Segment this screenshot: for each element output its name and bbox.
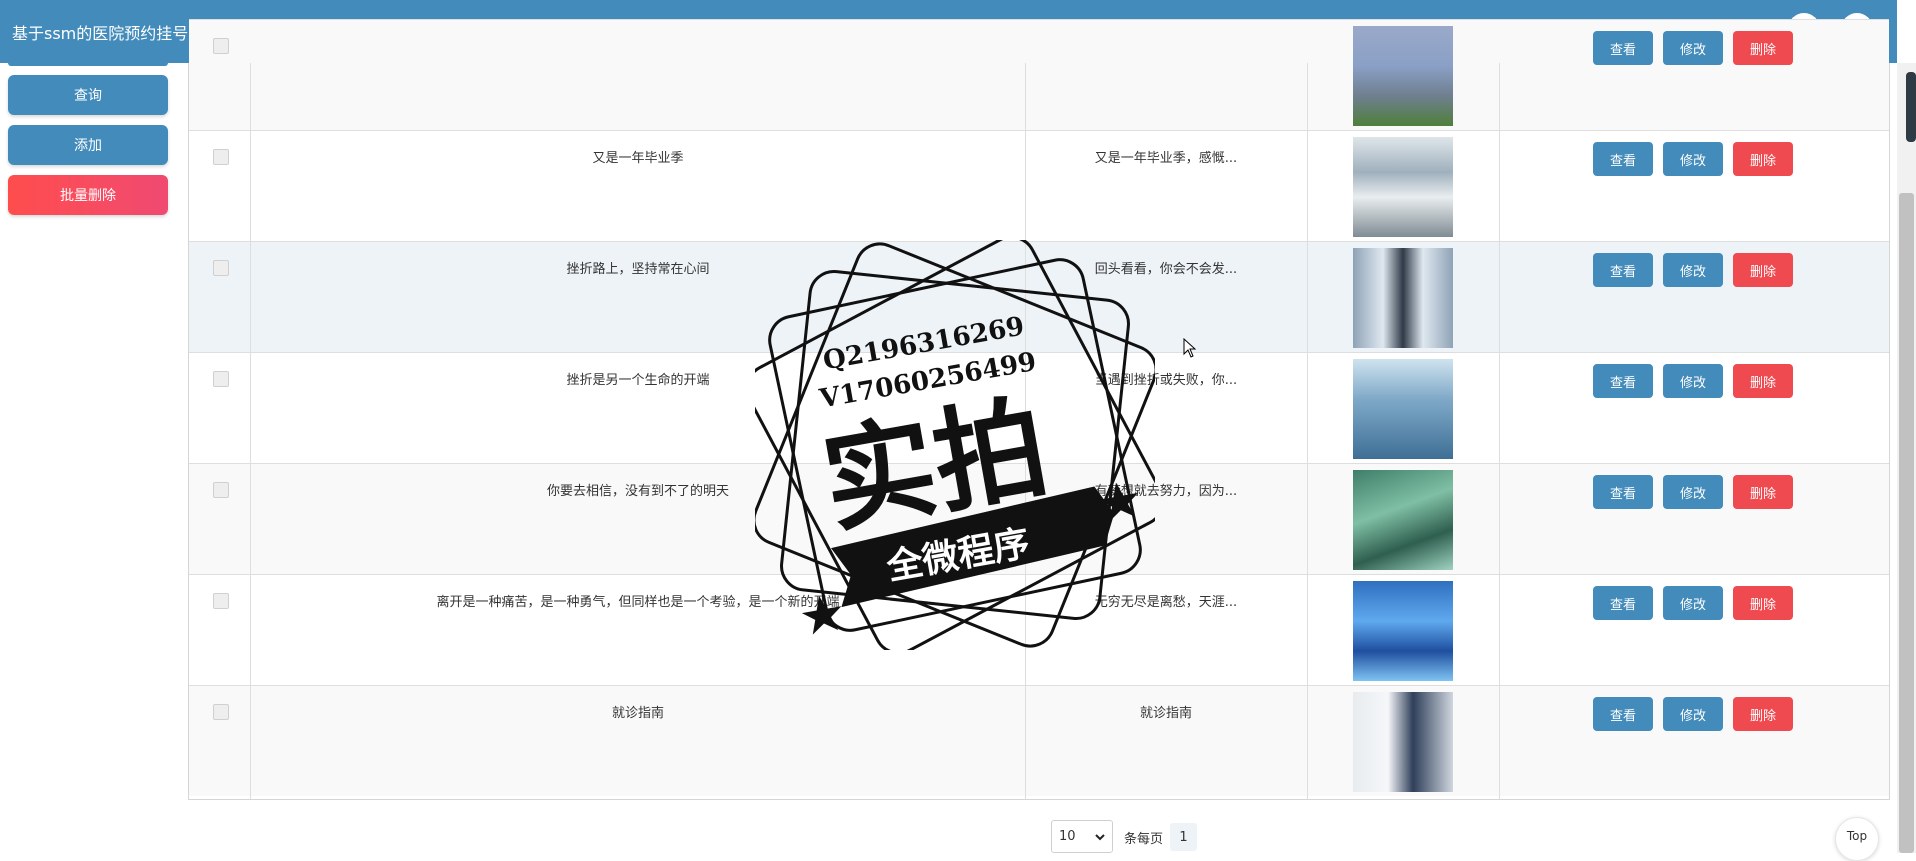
chevron-down-icon xyxy=(1095,834,1105,841)
page-number: 1 xyxy=(1179,829,1188,845)
edit-button[interactable]: 修改 xyxy=(1663,364,1723,398)
column-divider xyxy=(1499,63,1500,799)
scrollbar-track[interactable] xyxy=(1897,63,1916,853)
column-divider xyxy=(250,63,251,799)
sidebar-partial-element xyxy=(8,63,168,66)
table-row: 就诊指南 就诊指南 查看 修改 删除 xyxy=(189,685,1889,796)
row-image[interactable] xyxy=(1353,248,1453,348)
row-checkbox[interactable] xyxy=(213,149,229,165)
row-summary: 又是一年毕业季，感慨... xyxy=(1094,151,1238,166)
row-checkbox[interactable] xyxy=(213,371,229,387)
scroll-edge-indicator xyxy=(1906,72,1916,142)
delete-button[interactable]: 删除 xyxy=(1733,697,1793,731)
column-divider xyxy=(1307,63,1308,799)
batch-delete-button[interactable]: 批量删除 xyxy=(8,175,168,215)
view-button[interactable]: 查看 xyxy=(1593,253,1653,287)
row-summary: 就诊指南 xyxy=(1139,706,1192,721)
edit-button[interactable]: 修改 xyxy=(1663,142,1723,176)
table-row: 查看 修改 删除 xyxy=(189,19,1889,130)
row-image[interactable] xyxy=(1353,692,1453,792)
page-1-button[interactable]: 1 xyxy=(1170,823,1197,851)
delete-button[interactable]: 删除 xyxy=(1733,31,1793,65)
view-button[interactable]: 查看 xyxy=(1593,475,1653,509)
row-image[interactable] xyxy=(1353,26,1453,126)
page-size-value: 10 xyxy=(1059,829,1076,844)
row-image[interactable] xyxy=(1353,581,1453,681)
row-checkbox[interactable] xyxy=(213,704,229,720)
view-button[interactable]: 查看 xyxy=(1593,697,1653,731)
view-button[interactable]: 查看 xyxy=(1593,31,1653,65)
row-checkbox[interactable] xyxy=(213,482,229,498)
edit-button[interactable]: 修改 xyxy=(1663,31,1723,65)
delete-button[interactable]: 删除 xyxy=(1733,253,1793,287)
search-button[interactable]: 查询 xyxy=(8,75,168,115)
mouse-cursor-icon xyxy=(1183,338,1197,358)
edit-button[interactable]: 修改 xyxy=(1663,475,1723,509)
edit-button[interactable]: 修改 xyxy=(1663,586,1723,620)
view-button[interactable]: 查看 xyxy=(1593,142,1653,176)
delete-button[interactable]: 删除 xyxy=(1733,142,1793,176)
scrollbar-thumb[interactable] xyxy=(1899,193,1914,853)
add-button[interactable]: 添加 xyxy=(8,125,168,165)
row-title: 又是一年毕业季 xyxy=(592,151,684,166)
row-checkbox[interactable] xyxy=(213,260,229,276)
table-row: 又是一年毕业季 又是一年毕业季，感慨... 查看 修改 删除 xyxy=(189,130,1889,241)
edit-button[interactable]: 修改 xyxy=(1663,253,1723,287)
edit-button[interactable]: 修改 xyxy=(1663,697,1723,731)
row-image[interactable] xyxy=(1353,470,1453,570)
watermark-stamp: Q2196316269 V17060256499 实拍 全微程序 xyxy=(755,240,1155,650)
delete-button[interactable]: 删除 xyxy=(1733,364,1793,398)
row-checkbox[interactable] xyxy=(213,38,229,54)
back-to-top-button[interactable]: Top xyxy=(1835,817,1879,861)
delete-button[interactable]: 删除 xyxy=(1733,586,1793,620)
delete-button[interactable]: 删除 xyxy=(1733,475,1793,509)
view-button[interactable]: 查看 xyxy=(1593,364,1653,398)
row-checkbox[interactable] xyxy=(213,593,229,609)
per-page-label: 条每页 xyxy=(1124,832,1164,847)
row-title: 就诊指南 xyxy=(611,706,664,721)
row-image[interactable] xyxy=(1353,137,1453,237)
view-button[interactable]: 查看 xyxy=(1593,586,1653,620)
row-image[interactable] xyxy=(1353,359,1453,459)
back-to-top-label: Top xyxy=(1846,829,1868,843)
page-size-select[interactable]: 10 xyxy=(1051,820,1113,853)
